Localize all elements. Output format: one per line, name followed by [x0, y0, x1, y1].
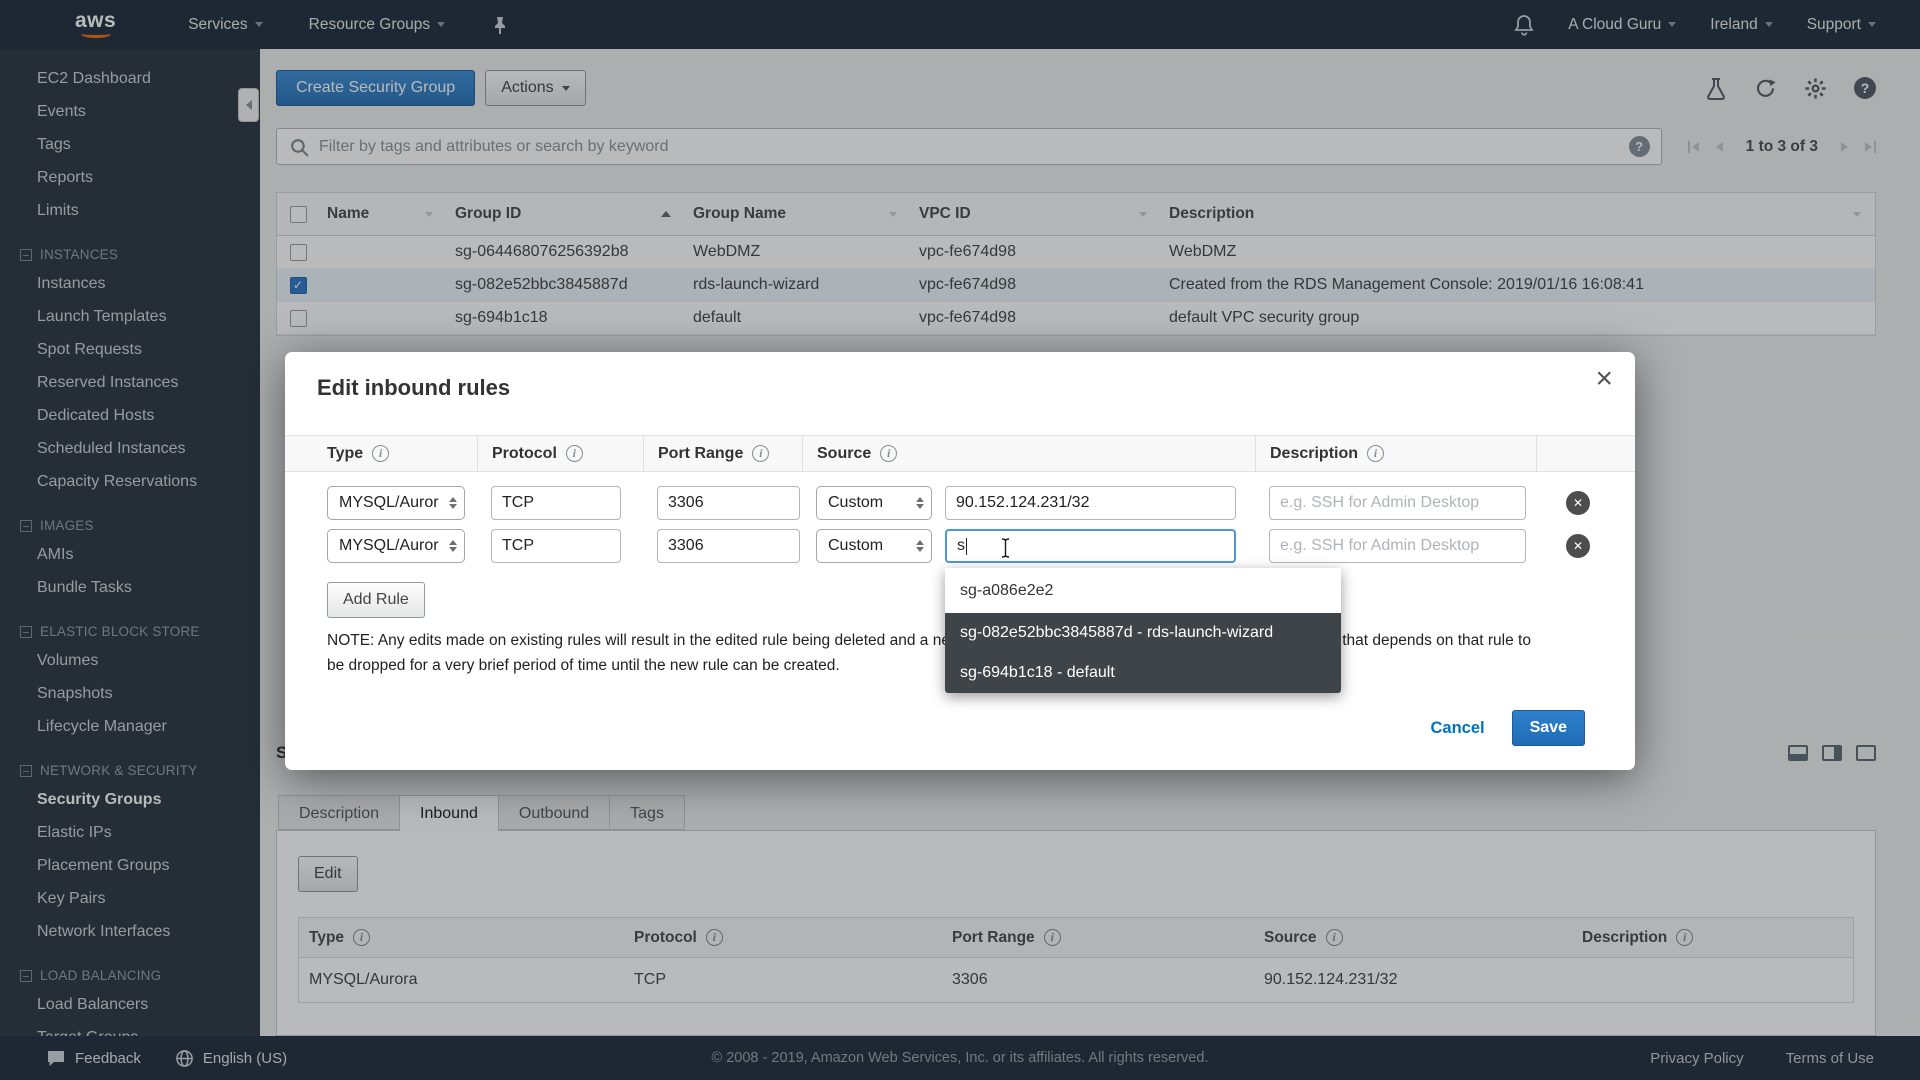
source-input-focused[interactable]: s	[945, 529, 1236, 563]
select-spinner-icon	[449, 540, 457, 552]
column-label: Source	[817, 445, 871, 463]
source-input-value: s	[957, 537, 965, 555]
source-input[interactable]	[945, 486, 1236, 520]
autocomplete-option-3[interactable]: sg-694b1c18 - default	[945, 653, 1341, 693]
text-caret	[966, 538, 967, 555]
modal-note-text: NOTE: Any edits made on existing rules w…	[327, 628, 1545, 678]
inbound-rule-row-1: MYSQL/Auror Custom ✕	[285, 486, 1635, 520]
type-select[interactable]: MYSQL/Auror	[327, 529, 465, 563]
column-label: Description	[1270, 445, 1358, 463]
autocomplete-option-1[interactable]: sg-a086e2e2	[945, 568, 1341, 613]
port-range-input[interactable]	[657, 529, 800, 563]
cancel-button[interactable]: Cancel	[1431, 719, 1485, 738]
delete-rule-button[interactable]: ✕	[1566, 491, 1590, 515]
delete-rule-button[interactable]: ✕	[1566, 534, 1590, 558]
source-mode-select[interactable]: Custom	[816, 529, 932, 563]
info-icon[interactable]: i	[1367, 445, 1384, 462]
type-select[interactable]: MYSQL/Auror	[327, 486, 465, 520]
description-input[interactable]	[1269, 529, 1526, 563]
protocol-input[interactable]	[491, 486, 621, 520]
select-spinner-icon	[449, 497, 457, 509]
column-label: Type	[327, 445, 363, 463]
save-button[interactable]: Save	[1512, 710, 1585, 746]
description-input[interactable]	[1269, 486, 1526, 520]
protocol-input[interactable]	[491, 529, 621, 563]
select-spinner-icon	[916, 497, 924, 509]
text-cursor-icon	[999, 537, 1012, 559]
select-spinner-icon	[916, 540, 924, 552]
column-label: Port Range	[658, 445, 743, 463]
source-autocomplete-dropdown: sg-a086e2e2 sg-082e52bbc3845887d - rds-l…	[945, 568, 1341, 693]
edit-inbound-rules-modal: Edit inbound rules × Typei Protocoli Por…	[285, 352, 1635, 770]
column-label: Protocol	[492, 445, 557, 463]
add-rule-button[interactable]: Add Rule	[327, 582, 425, 618]
info-icon[interactable]: i	[752, 445, 769, 462]
autocomplete-option-2[interactable]: sg-082e52bbc3845887d - rds-launch-wizard	[945, 613, 1341, 653]
modal-close-icon[interactable]: ×	[1595, 364, 1613, 394]
info-icon[interactable]: i	[372, 445, 389, 462]
inbound-rule-row-2: MYSQL/Auror Custom s ✕	[285, 529, 1635, 563]
info-icon[interactable]: i	[566, 445, 583, 462]
port-range-input[interactable]	[657, 486, 800, 520]
modal-column-headers: Typei Protocoli Port Rangei Sourcei Desc…	[285, 435, 1635, 472]
modal-title: Edit inbound rules	[317, 375, 510, 401]
source-mode-select[interactable]: Custom	[816, 486, 932, 520]
info-icon[interactable]: i	[880, 445, 897, 462]
